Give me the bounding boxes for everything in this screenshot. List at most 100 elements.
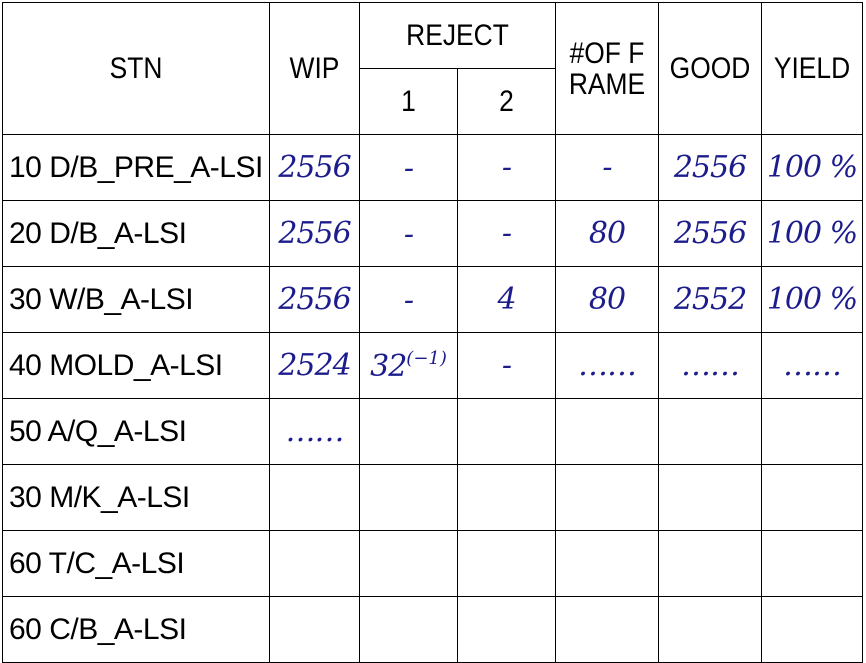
reject-1-value: - [403,216,414,252]
station-value: 10 D/B_PRE_A-LSI [9,150,263,184]
yield-cell: …… [761,332,863,399]
reject-2-cell: - [457,200,556,267]
header-stn: STN [109,51,163,85]
wip-value: …… [285,414,345,449]
yield-cell: 100 % [761,134,863,201]
reject-1-cell: - [359,266,458,333]
reject-2-value: 4 [497,282,516,317]
station-value: 60 C/B_A-LSI [9,612,187,646]
station-cell: 60 C/B_A-LSI [2,596,270,663]
yield-cell [761,596,863,663]
table-row: 20 D/B_A-LSI 2556 - - 80 2556 100 % [2,200,863,267]
table-row: 30 M/K_A-LSI [2,464,863,531]
table-row: 10 D/B_PRE_A-LSI 2556 - - - 2556 100 % [2,134,863,201]
frames-value: …… [578,348,637,383]
reject-1-cell: - [359,200,458,267]
header-reject-cell: REJECT [359,2,556,69]
header-reject-2-cell: 2 [457,68,556,135]
good-cell: …… [658,332,762,399]
yield-value: 100 % [766,282,858,317]
header-row-top: STN WIP REJECT #OF FRAME GOOD YIELD [2,2,863,135]
wip-cell [269,530,360,597]
header-good: GOOD [669,51,751,85]
good-value: 2556 [673,150,747,185]
wip-cell: …… [269,398,360,465]
good-cell: 2556 [658,200,762,267]
frames-value: 80 [588,282,626,317]
good-cell [658,530,762,597]
reject-1-cell: - [359,134,458,201]
header-good-cell: GOOD [658,2,762,135]
header-wip: WIP [289,51,340,85]
wip-value: 2556 [278,216,351,251]
reject-1-cell [359,596,458,663]
header-frames-cell: #OF FRAME [555,2,659,135]
yield-cell [761,464,863,531]
wip-cell: 2556 [269,134,360,201]
reject-2-value: - [501,348,512,383]
reject-1-value: - [403,150,414,186]
reject-1-value: 32 [370,348,407,384]
frames-cell [555,464,659,531]
header-frames: #OF FRAME [568,36,646,101]
table-row: 30 W/B_A-LSI 2556 - 4 80 2552 100 % [2,266,863,333]
frames-cell: 80 [555,266,659,333]
yield-cell: 100 % [761,266,863,333]
station-cell: 50 A/Q_A-LSI [2,398,270,465]
wip-value: 2556 [278,150,351,185]
reject-2-cell: 4 [457,266,556,333]
yield-value: …… [783,348,842,383]
station-cell: 60 T/C_A-LSI [2,530,270,597]
frames-cell [555,530,659,597]
wip-value: 2524 [278,348,351,383]
frames-cell [555,596,659,663]
header-reject-2: 2 [499,84,514,118]
wip-cell: 2524 [269,332,360,399]
good-value: 2552 [673,282,747,317]
station-value: 50 A/Q_A-LSI [9,414,187,448]
table-row: 40 MOLD_A-LSI 2524 32(−1) - …… …… …… [2,332,863,399]
yield-cell [761,530,863,597]
yield-value: 100 % [766,216,858,251]
frames-value: - [602,150,612,185]
good-cell: 2556 [658,134,762,201]
good-cell: 2552 [658,266,762,333]
header-reject-1: 1 [401,84,416,118]
wip-cell [269,464,360,531]
reject-2-value: - [501,150,512,185]
frames-cell [555,398,659,465]
frames-cell: - [555,134,659,201]
header-yield: YIELD [773,51,851,85]
yield-cell [761,398,863,465]
good-value: …… [681,348,740,383]
frames-cell: 80 [555,200,659,267]
wip-cell [269,596,360,663]
yield-value: 100 % [766,150,858,185]
header-wip-cell: WIP [269,2,360,135]
station-cell: 20 D/B_A-LSI [2,200,270,267]
reject-2-value: - [501,216,512,251]
reject-1-note: (−1) [406,347,447,369]
reject-2-cell: - [457,134,556,201]
table-row: 60 C/B_A-LSI [2,596,863,663]
station-value: 20 D/B_A-LSI [9,216,187,250]
wip-cell: 2556 [269,200,360,267]
station-cell: 30 W/B_A-LSI [2,266,270,333]
table-body: 10 D/B_PRE_A-LSI 2556- - -2556 100 % 20 D/B_A… [2,134,863,663]
frames-value: 80 [588,216,626,251]
station-value: 30 M/K_A-LSI [9,480,190,514]
header-reject-1-cell: 1 [359,68,458,135]
station-value: 30 W/B_A-LSI [9,282,194,316]
station-value: 60 T/C_A-LSI [9,546,185,580]
reject-2-cell [457,596,556,663]
station-cell: 40 MOLD_A-LSI [2,332,270,399]
station-cell: 10 D/B_PRE_A-LSI [2,134,270,201]
station-cell: 30 M/K_A-LSI [2,464,270,531]
frames-cell: …… [555,332,659,399]
reject-2-cell [457,530,556,597]
header-stn-cell: STN [2,2,270,135]
table-row: 60 T/C_A-LSI [2,530,863,597]
yield-table: STN WIP REJECT #OF FRAME GOOD YIELD 1 2 … [2,2,863,663]
header-reject: REJECT [406,18,509,52]
yield-cell: 100 % [761,200,863,267]
